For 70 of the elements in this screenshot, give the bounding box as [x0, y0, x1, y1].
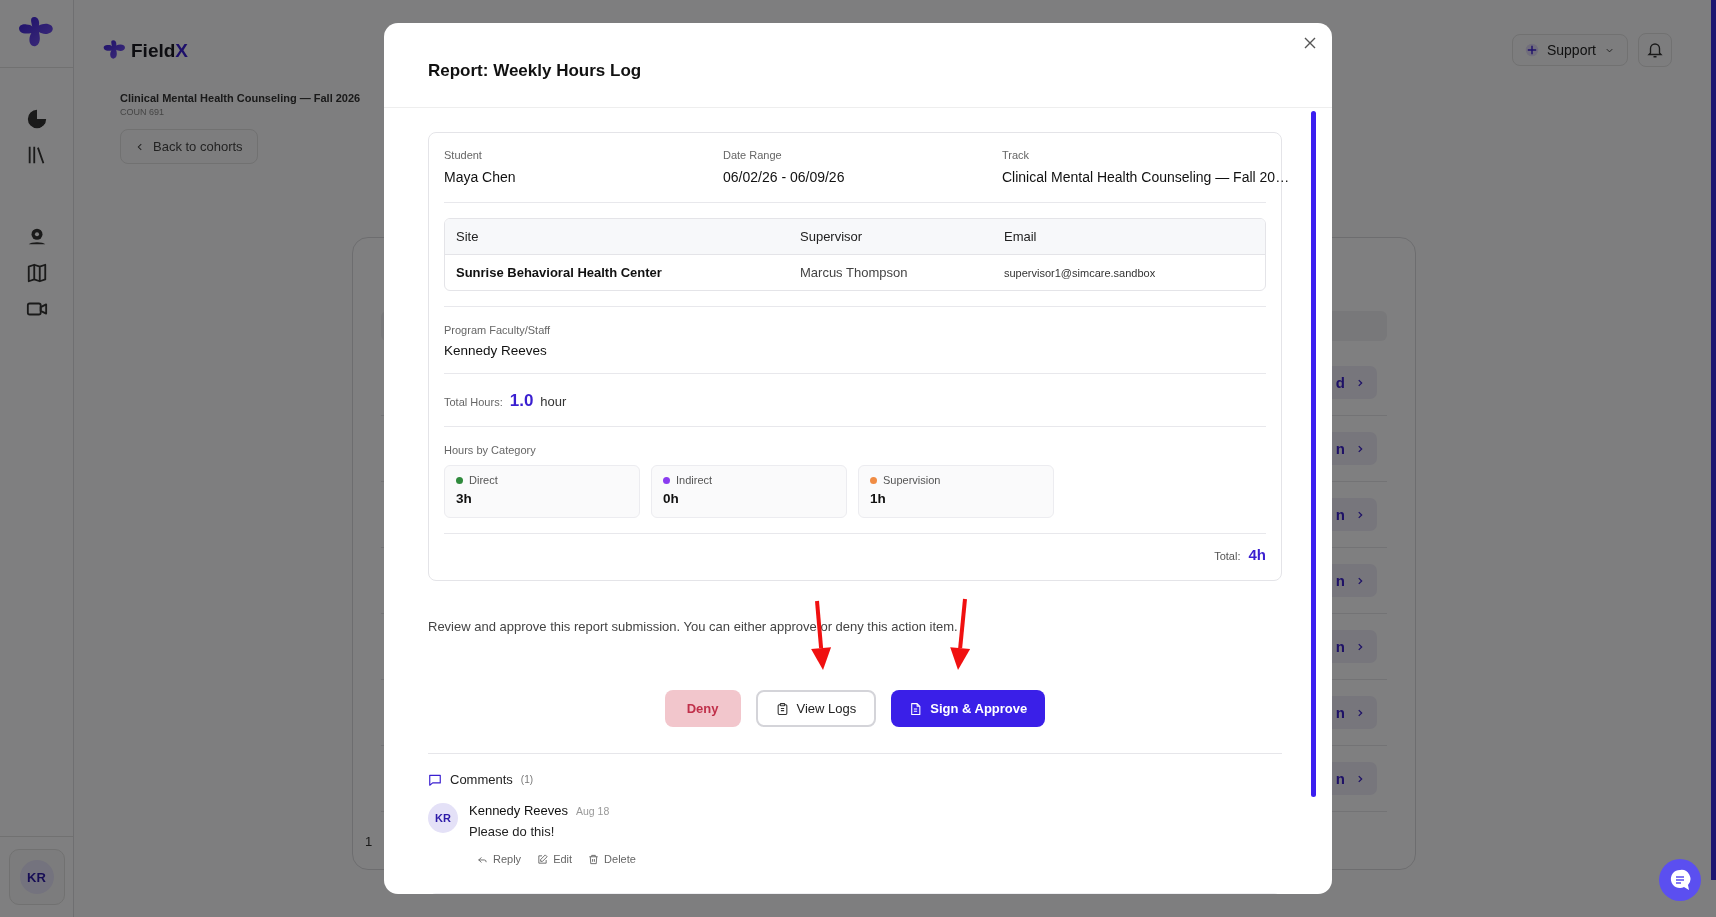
category-name: Indirect [676, 474, 713, 486]
dialog-title: Report: Weekly Hours Log [428, 61, 642, 81]
field-label: Total Hours: [444, 396, 503, 408]
edit-icon [537, 853, 549, 865]
chevron-right-icon [1355, 443, 1365, 454]
field-value: Kennedy Reeves [444, 343, 548, 358]
column-header: Supervisor [800, 229, 864, 244]
chevron-right-icon [1355, 575, 1365, 586]
table-cell-text: Marcus Thompson [800, 265, 909, 280]
comment-count: (1) [520, 774, 534, 785]
comment-author: Kennedy Reeves [469, 803, 568, 818]
bell-icon [1646, 41, 1664, 59]
chevron-right-icon [1355, 707, 1365, 718]
chat-icon [1668, 868, 1692, 892]
total-hours-value: 1.0 [509, 391, 534, 411]
user-avatar: KR [428, 803, 458, 833]
delete-button[interactable]: Delete [588, 853, 636, 865]
back-button[interactable]: Back to cohorts [120, 129, 258, 164]
category-name: Direct [469, 474, 498, 486]
chevron-right-icon [1355, 641, 1365, 652]
field-value: Clinical Mental Health Counseling — Fall 20… [1002, 169, 1290, 185]
column-header: Site [456, 229, 480, 244]
document-icon [909, 701, 923, 716]
close-icon [1304, 37, 1316, 49]
map-icon[interactable] [25, 262, 48, 284]
field-label: Track [1002, 149, 1031, 161]
chat-button[interactable] [1659, 859, 1701, 901]
field-label: Student [444, 149, 483, 161]
approve-button[interactable]: Sign & Approve [891, 690, 1046, 727]
scrollbar[interactable] [1311, 111, 1316, 797]
total-label: Total: [1214, 550, 1241, 562]
table-cell-text: Sunrise Behavioral Health Center [456, 265, 663, 280]
chevron-right-icon [1355, 509, 1365, 520]
support-button[interactable]: Support [1511, 34, 1628, 66]
description-text: Review and approve this report submission. You can either approve or deny this action item. [428, 619, 959, 634]
field-label: Program Faculty/Staff [444, 324, 552, 336]
category-value: 3h [456, 491, 473, 506]
notifications-button[interactable] [1638, 33, 1672, 67]
category-value: 1h [870, 491, 887, 506]
scrollbar[interactable] [1711, 0, 1716, 880]
profile-button[interactable]: KR [8, 849, 65, 905]
support-logo-icon [1524, 43, 1539, 57]
comment-date: Aug 18 [576, 805, 610, 817]
brand-name: FieldX [131, 40, 189, 62]
column-header: Email [1004, 229, 1038, 244]
chart-pie-icon[interactable] [25, 108, 48, 130]
comments-title: Comments [450, 772, 513, 787]
section-label: Hours by Category [444, 444, 537, 456]
course-title: Clinical Mental Health Counseling — Fall 2026 [120, 92, 362, 104]
field-value: 06/02/26 - 06/09/26 [723, 169, 846, 185]
comment-text: Please do this! [469, 824, 556, 839]
unit-label: hour [540, 394, 567, 409]
view-logs-button[interactable]: View Logs [755, 690, 877, 727]
page-number: 1 [365, 834, 374, 849]
table-cell-text: supervisor1@simcare.sandbox [1004, 266, 1157, 279]
field-value: Maya Chen [444, 169, 517, 185]
category-name: Supervision [883, 474, 941, 486]
chevron-right-icon [1355, 377, 1365, 388]
comment-icon [428, 772, 442, 787]
category-value: 0h [663, 491, 680, 506]
deny-button[interactable]: Deny [664, 690, 741, 727]
total-value: 4h [1248, 546, 1266, 563]
chevron-left-icon [135, 141, 145, 152]
field-label: Date Range [723, 149, 783, 161]
reply-button[interactable]: Reply [477, 853, 522, 865]
edit-button[interactable]: Edit [537, 853, 573, 865]
trash-icon [588, 853, 600, 865]
clipboard-icon [775, 701, 789, 716]
chevron-right-icon [1355, 773, 1365, 784]
user-avatar: KR [19, 860, 54, 894]
